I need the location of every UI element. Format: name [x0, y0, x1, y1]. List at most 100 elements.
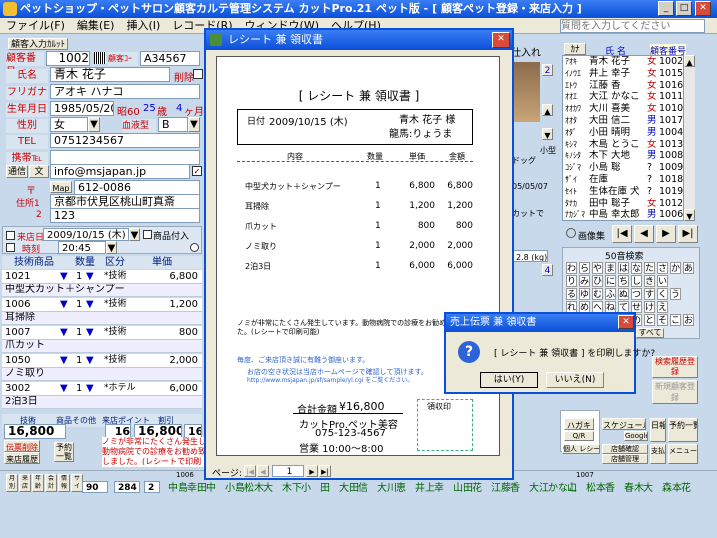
- kana-key[interactable]: る: [566, 288, 577, 300]
- item-code[interactable]: 1021: [5, 270, 30, 283]
- table-row[interactable]: 1050 ▼ 1 ▼ *技術 2,000: [2, 354, 202, 368]
- list-item[interactable]: ｾｲﾄ 生体在庫 犬? 1019: [563, 186, 683, 198]
- list-scroll-down-icon[interactable]: ▼: [684, 209, 695, 221]
- confirm-radio[interactable]: [190, 243, 199, 252]
- footer-name[interactable]: 松本: [586, 479, 606, 494]
- footer-name[interactable]: 春木: [624, 479, 644, 494]
- pet-up-icon[interactable]: ▲: [542, 104, 553, 116]
- help-search-input[interactable]: [560, 19, 705, 33]
- kana-key[interactable]: に: [605, 275, 616, 287]
- footer-name[interactable]: 香: [510, 479, 520, 494]
- footer-name[interactable]: 大: [263, 479, 273, 494]
- footer-name[interactable]: 小島: [225, 479, 245, 494]
- list-item[interactable]: ﾅｶｼﾞﾏ 中島 幸太郎男 1006: [563, 209, 683, 220]
- qr-button[interactable]: Q/R: [564, 431, 594, 441]
- list-item[interactable]: ｵｵｶﾜ 大川 喜美 女 1010: [563, 103, 683, 115]
- page-first-button[interactable]: |◀: [244, 465, 256, 477]
- list-item[interactable]: ﾀﾅｶ 田中 聡子 女 1012: [563, 198, 683, 210]
- visit-date-field[interactable]: 2009/10/15 (木): [43, 228, 129, 241]
- sex-select[interactable]: 女: [50, 117, 88, 132]
- kana-key[interactable]: む: [592, 288, 603, 300]
- kana-key[interactable]: ひ: [592, 275, 603, 287]
- page-prev-button[interactable]: ◀: [257, 465, 269, 477]
- item-code[interactable]: 3002: [5, 382, 30, 395]
- list-item[interactable]: ｴﾄｳ 江藤 香 女 1016: [563, 80, 683, 92]
- sex-dropdown-icon[interactable]: ▼: [88, 117, 100, 132]
- footer-name[interactable]: 大川: [377, 479, 397, 494]
- footer-name[interactable]: 大: [643, 479, 653, 494]
- menu-file[interactable]: ファイル(F): [0, 18, 71, 33]
- footer-tab[interactable]: 年齢別: [32, 474, 44, 492]
- footer-name[interactable]: 幸田: [187, 479, 207, 494]
- kana-key[interactable]: し: [631, 275, 642, 287]
- dob-field[interactable]: 1985/05/20: [50, 101, 114, 116]
- footer-name[interactable]: 井上: [415, 479, 435, 494]
- pet-down-icon[interactable]: ▼: [542, 128, 553, 140]
- footer-tab[interactable]: 会計: [45, 474, 57, 492]
- dialog-no-button[interactable]: いいえ(N): [546, 372, 604, 388]
- menu-button[interactable]: メニュー: [668, 444, 698, 464]
- item-qty-dropdown-icon[interactable]: ▼: [86, 326, 94, 339]
- next-record-button[interactable]: ▶: [656, 225, 676, 243]
- list-item[interactable]: ｷﾉｼﾀ 木下 大地 男 1008: [563, 150, 683, 162]
- menu-insert[interactable]: 挿入(I): [120, 18, 166, 33]
- footer-name[interactable]: 小: [301, 479, 311, 494]
- footer-tab[interactable]: 来店時: [19, 474, 31, 492]
- footer-name[interactable]: 幸: [434, 479, 444, 494]
- visit-history-button[interactable]: 来店履歴: [4, 452, 40, 464]
- last-record-button[interactable]: ▶|: [678, 225, 698, 243]
- kana-key[interactable]: た: [644, 262, 655, 274]
- kana-key[interactable]: お: [683, 314, 694, 326]
- item-qty[interactable]: 1: [76, 298, 82, 311]
- item-code-dropdown-icon[interactable]: ▼: [60, 382, 68, 395]
- footer-name[interactable]: 中島: [168, 479, 188, 494]
- kana-key[interactable]: な: [631, 262, 642, 274]
- google-button[interactable]: Google: [624, 431, 648, 441]
- footer-name[interactable]: 香: [605, 479, 615, 494]
- form-list-button[interactable]: 予約一覧: [54, 442, 74, 462]
- footer-name[interactable]: 花: [472, 479, 482, 494]
- map-button[interactable]: Map: [50, 181, 72, 193]
- kana-key[interactable]: ふ: [605, 288, 616, 300]
- footer-name[interactable]: 信: [358, 479, 368, 494]
- item-code[interactable]: 1006: [5, 298, 30, 311]
- item-code-dropdown-icon[interactable]: ▼: [60, 354, 68, 367]
- list-item[interactable]: ｵｵﾀ 大田 信二 男 1017: [563, 115, 683, 127]
- kana-key[interactable]: こ: [670, 314, 681, 326]
- footer-name[interactable]: 花: [681, 479, 691, 494]
- list-item[interactable]: ｱｵｷ 青木 花子 女 1002: [563, 56, 683, 68]
- table-row[interactable]: 1021 ▼ 1 ▼ *技術 6,800: [2, 270, 202, 284]
- kana-key[interactable]: つ: [631, 288, 642, 300]
- footer-name[interactable]: 中: [206, 479, 216, 494]
- tab-kana[interactable]: ｶﾅ: [564, 43, 586, 55]
- customer-number-field[interactable]: 1002: [46, 51, 90, 66]
- mobile-field[interactable]: [50, 150, 200, 165]
- store-manage-button[interactable]: 店舗管理: [602, 454, 648, 464]
- image-search-label[interactable]: 画像集: [578, 229, 605, 242]
- pet-weight[interactable]: 2.8 (kg): [512, 250, 548, 262]
- pet-nav-4[interactable]: 4: [542, 264, 553, 276]
- time-checkbox[interactable]: [6, 243, 15, 252]
- personal-receipt-button[interactable]: 個人 レシート: [562, 444, 600, 454]
- item-qty[interactable]: 1: [76, 354, 82, 367]
- kana-key[interactable]: く: [657, 288, 668, 300]
- kana-key[interactable]: と: [644, 314, 655, 326]
- time-dropdown-icon[interactable]: ▼: [106, 241, 117, 254]
- page-last-button[interactable]: ▶|: [319, 465, 331, 477]
- kana-key[interactable]: ち: [618, 275, 629, 287]
- item-code-dropdown-icon[interactable]: ▼: [60, 298, 68, 311]
- footer-tab[interactable]: 情報: [58, 474, 70, 492]
- item-qty-dropdown-icon[interactable]: ▼: [86, 382, 94, 395]
- postcard-button[interactable]: ハガキ: [564, 418, 594, 430]
- kana-key[interactable]: そ: [657, 314, 668, 326]
- customer-code-field[interactable]: A34567: [140, 51, 200, 66]
- footer-name[interactable]: 大江: [529, 479, 549, 494]
- kana-key[interactable]: み: [579, 275, 590, 287]
- list-item[interactable]: ｻﾞｲ 在庫? 1018: [563, 174, 683, 186]
- table-row[interactable]: 1007 ▼ 1 ▼ *技術 800: [2, 326, 202, 340]
- product-checkbox[interactable]: [143, 230, 152, 239]
- list-scrollbar[interactable]: [684, 67, 695, 209]
- time-field[interactable]: 20:45: [58, 241, 106, 254]
- list-item[interactable]: ｲﾉｳｴ 井上 幸子 女 1015: [563, 68, 683, 80]
- kana-key[interactable]: ら: [579, 262, 590, 274]
